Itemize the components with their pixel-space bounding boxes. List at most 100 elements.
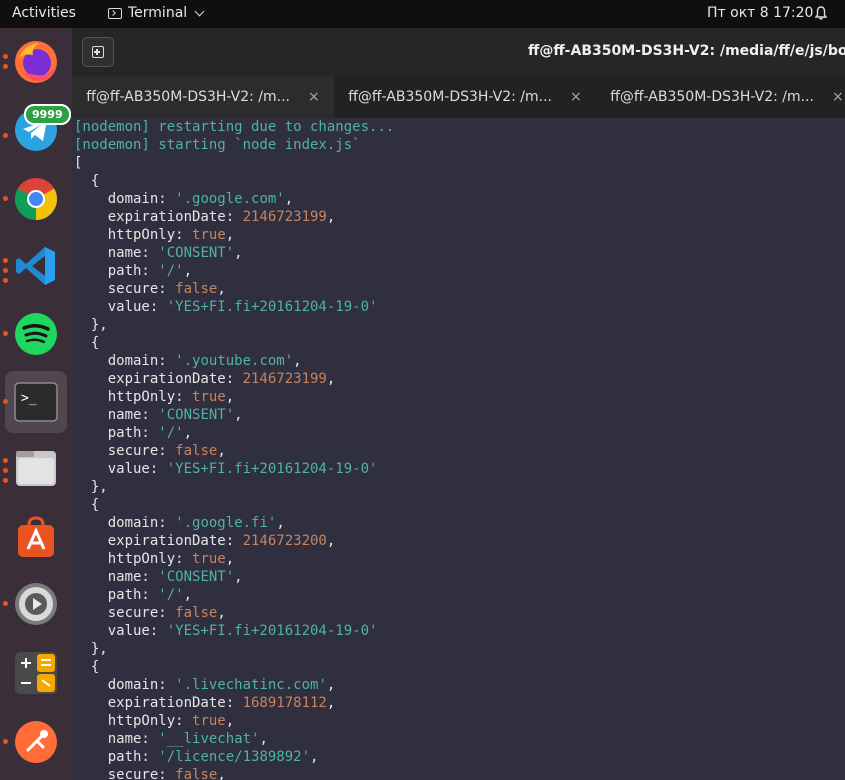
running-indicator	[3, 268, 8, 273]
dock-terminal[interactable]: >_	[5, 371, 67, 433]
terminal-window: ff@ff-AB350M-DS3H-V2: /media/ff/e/js/bot…	[72, 28, 845, 780]
terminal-line: httpOnly: true,	[72, 550, 845, 568]
terminal-text: true	[192, 713, 226, 729]
terminal-line: expirationDate: 2146723199,	[72, 208, 845, 226]
terminal-text: ,	[326, 533, 336, 549]
terminal-text: name:	[74, 245, 159, 261]
terminal-line: domain: '.google.com',	[72, 190, 845, 208]
tab-3[interactable]: ff@ff-AB350M-DS3H-V2: /m... ×	[596, 76, 845, 118]
terminal-line: },	[72, 316, 845, 334]
terminal-line: [nodemon] restarting due to changes...	[72, 118, 845, 136]
chevron-down-icon	[194, 6, 205, 16]
terminal-text: httpOnly:	[74, 227, 193, 243]
terminal-line: path: '/licence/1389892',	[72, 748, 845, 766]
terminal-text: '.google.fi'	[175, 515, 277, 531]
terminal-text: path:	[74, 425, 159, 441]
dock-vscode[interactable]	[10, 240, 62, 292]
dock-calculator[interactable]	[10, 647, 62, 699]
tab-1[interactable]: ff@ff-AB350M-DS3H-V2: /m... ×	[72, 76, 334, 118]
terminal-line: domain: '.google.fi',	[72, 514, 845, 532]
terminal-line: name: '__livechat',	[72, 730, 845, 748]
dock-firefox[interactable]	[10, 36, 62, 88]
tab-close-button[interactable]: ×	[832, 89, 844, 105]
terminal-text: ,	[217, 605, 226, 621]
dock-files[interactable]	[10, 442, 62, 494]
terminal-text: ,	[234, 407, 243, 423]
terminal-text: 'CONSENT'	[158, 407, 235, 423]
terminal-text: httpOnly:	[74, 551, 193, 567]
terminal-text: [	[74, 155, 83, 171]
app-menu[interactable]: Terminal	[108, 5, 205, 21]
dock-postman[interactable]	[10, 716, 62, 768]
terminal-text: 'YES+FI.fi+20161204-19-0'	[166, 299, 378, 315]
tab-close-button[interactable]: ×	[570, 89, 582, 105]
terminal-line: httpOnly: true,	[72, 388, 845, 406]
settings-icon	[15, 583, 57, 625]
terminal-text: ,	[225, 227, 235, 243]
terminal-text: '/'	[158, 587, 184, 603]
activities-button[interactable]: Activities	[12, 5, 76, 21]
terminal-text: ,	[259, 731, 268, 747]
terminal-line: domain: '.livechatinc.com',	[72, 676, 845, 694]
terminal-text: 'YES+FI.fi+20161204-19-0'	[166, 461, 378, 477]
dock-settings[interactable]	[10, 578, 62, 630]
calculator-icon	[15, 652, 57, 694]
terminal-text: secure:	[74, 281, 176, 297]
terminal-line: secure: false,	[72, 442, 845, 460]
terminal-text: true	[192, 389, 226, 405]
dock-software-center[interactable]	[10, 511, 62, 563]
terminal-text: value:	[74, 299, 167, 315]
terminal-line: name: 'CONSENT',	[72, 406, 845, 424]
terminal-line: {	[72, 496, 845, 514]
tab-bar: ff@ff-AB350M-DS3H-V2: /m... × ff@ff-AB35…	[72, 76, 845, 119]
terminal-text: ,	[225, 389, 235, 405]
terminal-text: path:	[74, 749, 159, 765]
terminal-text: '__livechat'	[158, 731, 260, 747]
terminal-text: },	[74, 317, 108, 333]
terminal-output[interactable]: [nodemon] restarting due to changes... [ n…	[72, 118, 845, 780]
terminal-text: ,	[217, 281, 226, 297]
terminal-text: httpOnly:	[74, 389, 193, 405]
terminal-line: httpOnly: true,	[72, 712, 845, 730]
top-bar: Activities Terminal Пт окт 8 17:20	[0, 0, 845, 28]
terminal-text: secure:	[74, 443, 176, 459]
terminal-text: domain:	[74, 677, 176, 693]
new-tab-button[interactable]	[82, 37, 114, 67]
running-indicator	[3, 468, 8, 473]
terminal-line: path: '/',	[72, 262, 845, 280]
dock-chrome[interactable]	[10, 173, 62, 225]
dock-spotify[interactable]	[10, 308, 62, 360]
terminal-text: ,	[326, 695, 336, 711]
terminal-text: ,	[310, 749, 319, 765]
terminal-text: path:	[74, 263, 159, 279]
terminal-text: expirationDate:	[74, 371, 243, 387]
terminal-text: ,	[183, 425, 193, 441]
terminal-line: value: 'YES+FI.fi+20161204-19-0'	[72, 298, 845, 316]
terminal-line: {	[72, 658, 845, 676]
terminal-text: 'CONSENT'	[158, 245, 235, 261]
terminal-line: expirationDate: 2146723200,	[72, 532, 845, 550]
terminal-text: false	[175, 443, 218, 459]
chrome-icon	[14, 178, 58, 220]
bell-icon[interactable]	[815, 6, 827, 20]
terminal-text: false	[175, 605, 218, 621]
window-title: ff@ff-AB350M-DS3H-V2: /media/ff/e/js/bot…	[528, 43, 845, 59]
terminal-line: secure: false,	[72, 280, 845, 298]
terminal-line: },	[72, 640, 845, 658]
running-indicator	[3, 601, 8, 606]
terminal-line: value: 'YES+FI.fi+20161204-19-0'	[72, 460, 845, 478]
new-tab-icon	[92, 46, 104, 58]
terminal-text: {	[74, 335, 100, 351]
terminal-text: {	[74, 497, 100, 513]
clock[interactable]: Пт окт 8 17:20	[707, 5, 813, 21]
terminal-text: ,	[326, 677, 336, 693]
tab-2[interactable]: ff@ff-AB350M-DS3H-V2: /m... ×	[334, 76, 596, 118]
terminal-text: '.livechatinc.com'	[175, 677, 327, 693]
terminal-text: domain:	[74, 191, 176, 207]
software-center-icon	[18, 516, 54, 557]
terminal-text: '/'	[158, 263, 184, 279]
terminal-text: ,	[284, 191, 294, 207]
tab-close-button[interactable]: ×	[308, 89, 320, 105]
terminal-line: expirationDate: 2146723199,	[72, 370, 845, 388]
terminal-text: 2146723199	[242, 209, 327, 225]
